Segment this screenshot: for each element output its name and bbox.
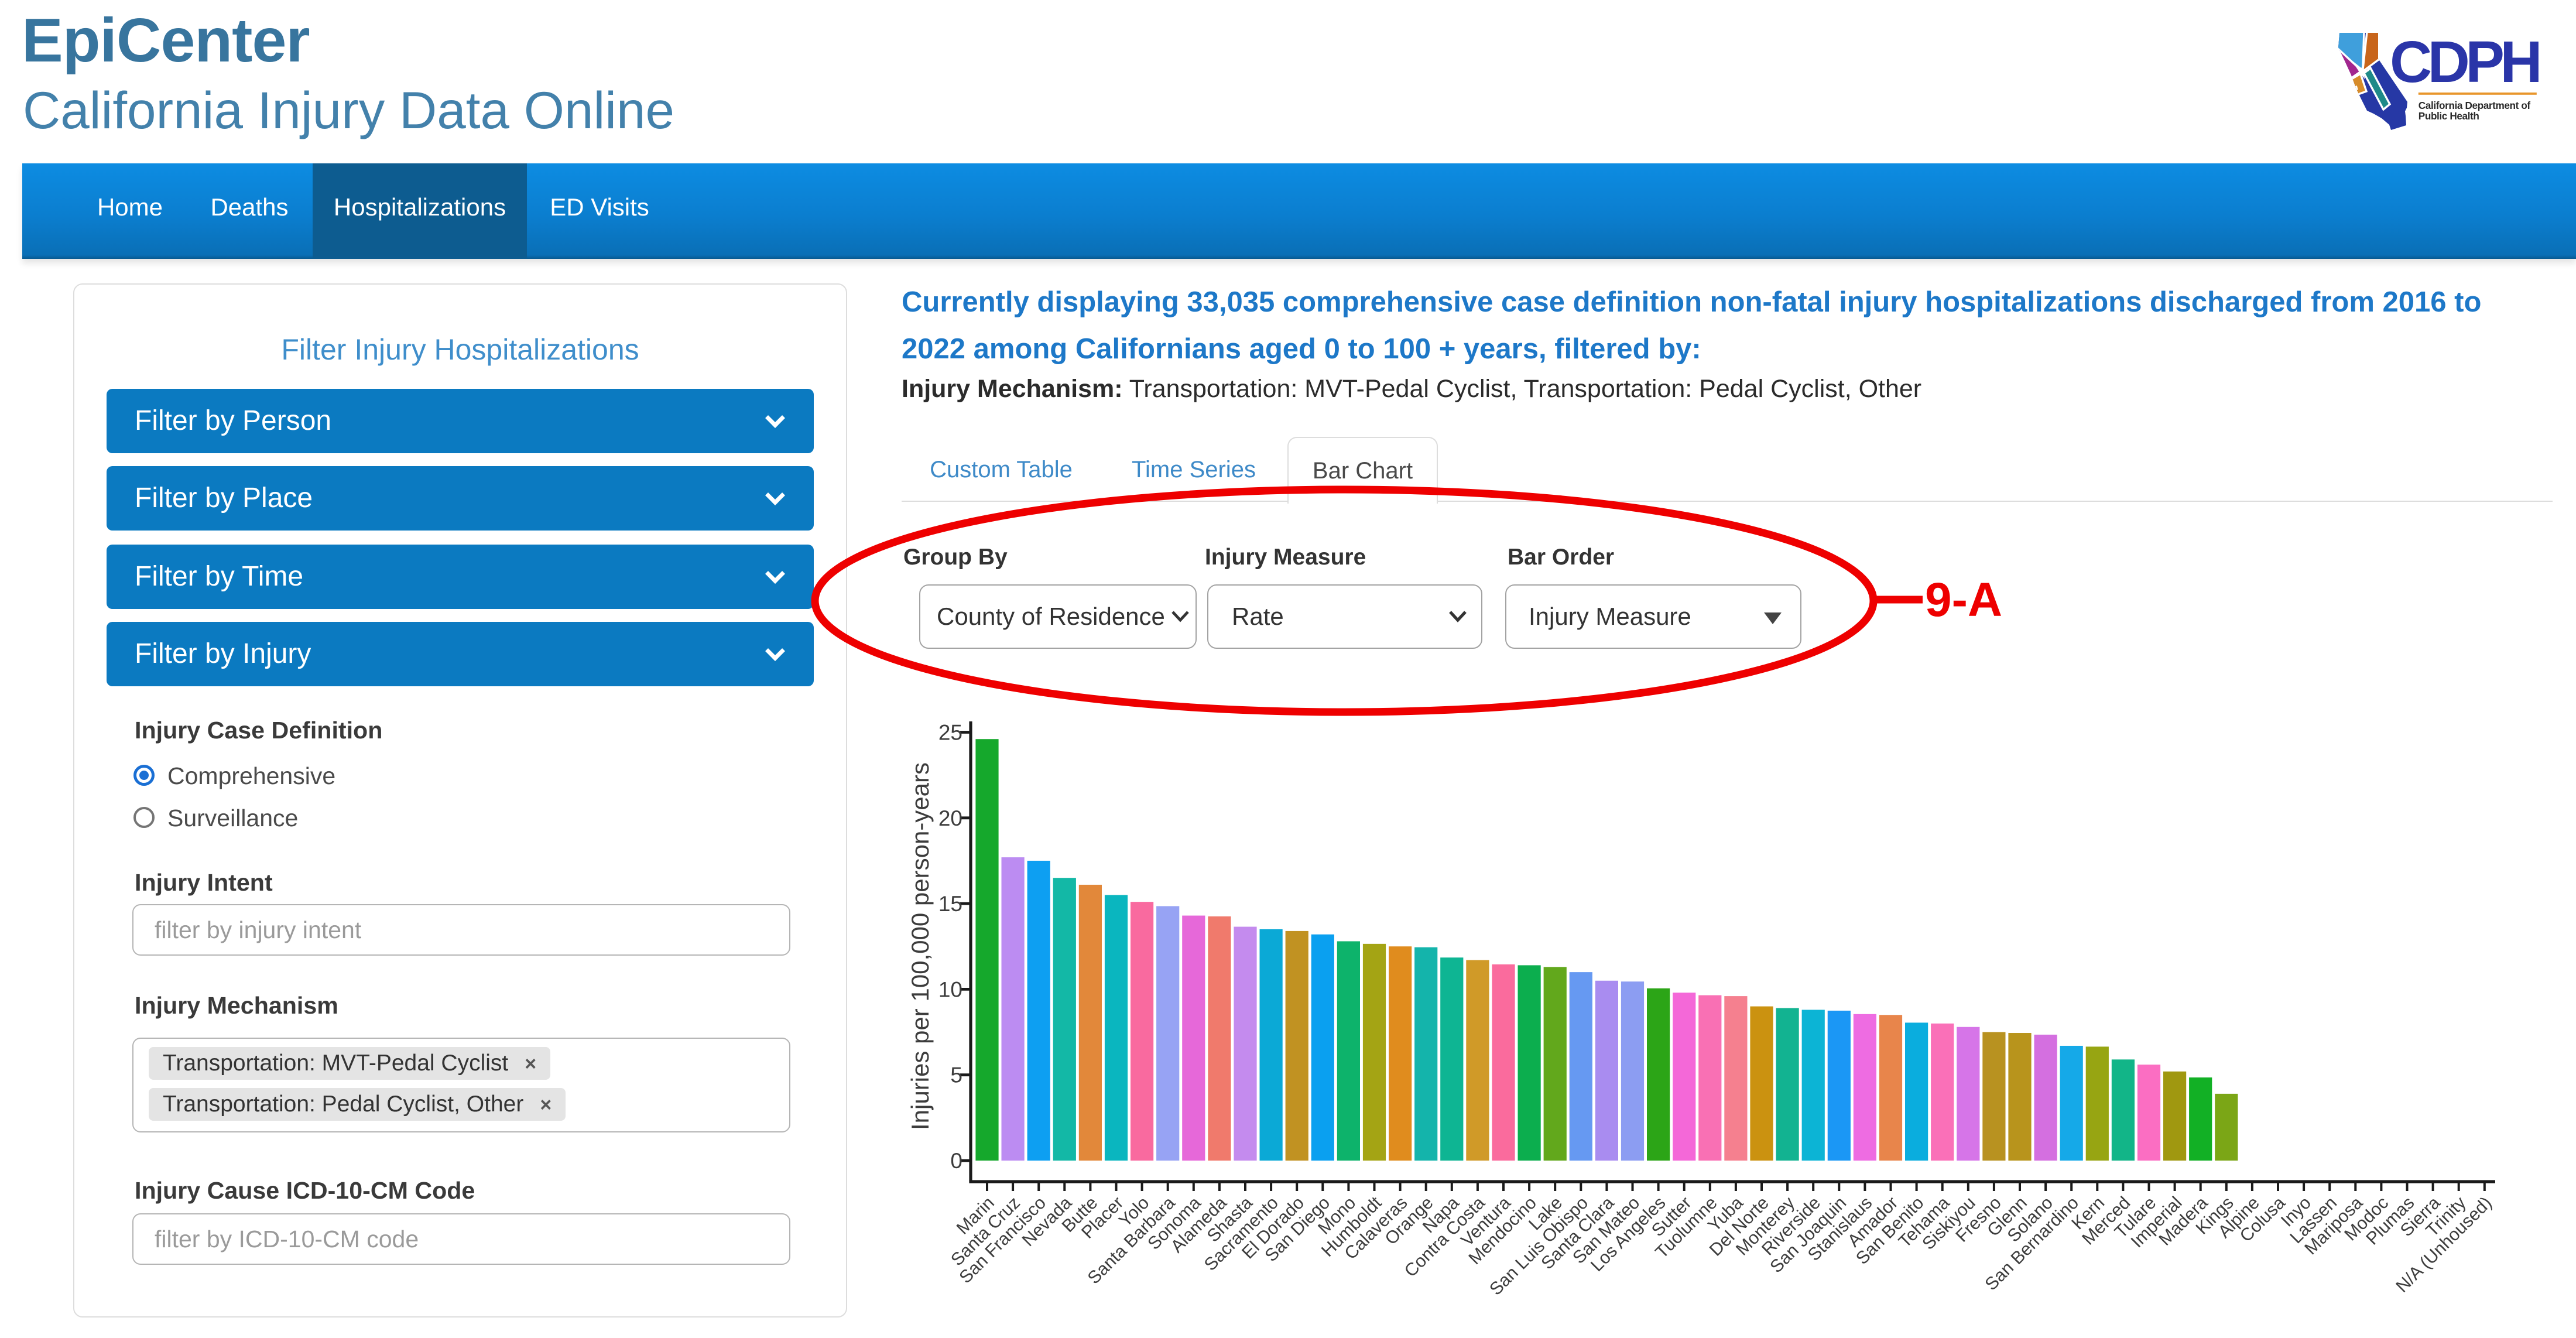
svg-text:15: 15: [938, 892, 962, 916]
svg-text:10: 10: [938, 977, 962, 1001]
svg-text:Public Health: Public Health: [2419, 110, 2479, 122]
svg-text:0: 0: [950, 1149, 962, 1173]
svg-text:5: 5: [950, 1063, 962, 1087]
svg-text:CDPH: CDPH: [2390, 33, 2539, 95]
svg-text:California Department of: California Department of: [2419, 100, 2531, 111]
svg-text:20: 20: [938, 806, 962, 830]
svg-text:25: 25: [938, 721, 962, 745]
svg-text:Injuries per 100,000 person-ye: Injuries per 100,000 person-years: [906, 762, 934, 1130]
